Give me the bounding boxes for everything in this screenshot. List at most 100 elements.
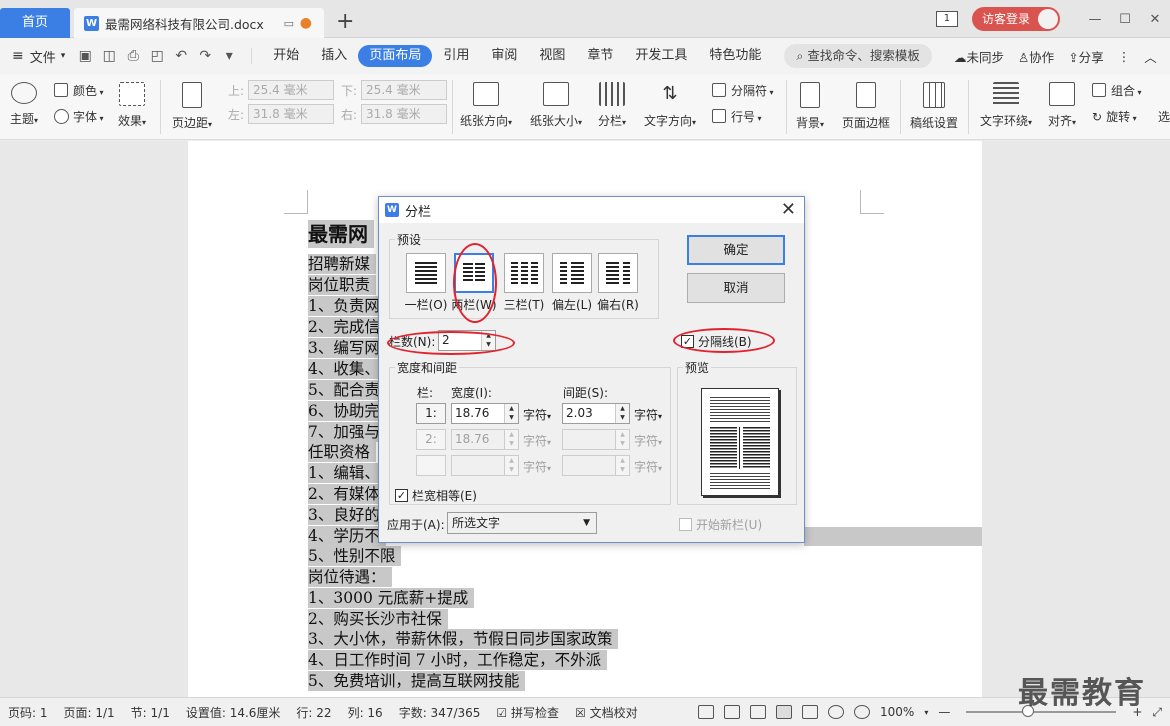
group-button[interactable]: 组合 ▾: [1092, 82, 1142, 99]
tab-features[interactable]: 特色功能: [698, 45, 772, 67]
color-button[interactable]: 颜色 ▾: [54, 82, 104, 99]
background-button[interactable]: 背景▾: [796, 82, 824, 131]
redo-icon[interactable]: ↷: [197, 48, 213, 64]
maximize-icon[interactable]: ☐: [1110, 12, 1140, 27]
undo-icon[interactable]: ↶: [173, 48, 189, 64]
tab-page-layout[interactable]: 页面布局: [358, 45, 433, 67]
page-border-button[interactable]: 页面边框: [842, 82, 890, 131]
font-button[interactable]: 字体 ▾: [54, 108, 104, 125]
margin-button[interactable]: 页边距▾: [172, 82, 212, 131]
paper-size-button[interactable]: 纸张大小▾: [530, 82, 582, 129]
preset-one-column[interactable]: 一栏(O): [403, 253, 449, 313]
status-setting[interactable]: 设置值: 14.6厘米: [178, 704, 289, 721]
doc-line: 2、购买长沙市社保: [308, 609, 448, 629]
new-tab-icon[interactable]: +: [336, 10, 354, 34]
zoom-level[interactable]: 100%: [880, 705, 914, 719]
text-wrap-button[interactable]: 文字环绕▾: [980, 82, 1032, 129]
status-section[interactable]: 节: 1/1: [123, 704, 178, 721]
align-button[interactable]: 对齐▾: [1048, 82, 1076, 129]
web-view-icon[interactable]: [828, 705, 844, 719]
rotate-button[interactable]: ↻ 旋转 ▾: [1092, 108, 1137, 125]
status-words[interactable]: 字数: 347/365: [391, 704, 489, 721]
manuscript-button[interactable]: 稿纸设置: [910, 82, 958, 131]
tab-view[interactable]: 视图: [528, 45, 576, 67]
orientation-button[interactable]: 纸张方向▾: [460, 82, 512, 129]
collapse-ribbon-icon[interactable]: ︿: [1144, 47, 1157, 66]
bottom-margin-field[interactable]: 下: 25.4 毫米: [341, 80, 448, 100]
tab-chapter[interactable]: 章节: [576, 45, 624, 67]
spin-arrows-icon[interactable]: ▲ ▼: [615, 404, 629, 423]
bottom-margin-value[interactable]: 25.4 毫米: [361, 80, 448, 100]
save-icon[interactable]: ▣: [77, 48, 93, 64]
read-mode-icon[interactable]: [724, 705, 740, 719]
col-1-width-unit[interactable]: 字符▾: [523, 406, 551, 423]
spin-arrows-icon[interactable]: ▲ ▼: [504, 404, 518, 423]
tab-developer[interactable]: 开发工具: [624, 45, 698, 67]
close-icon[interactable]: ✕: [781, 200, 796, 220]
print-preview-icon[interactable]: ◰: [149, 48, 165, 64]
close-icon[interactable]: ✕: [1140, 12, 1170, 27]
more-icon[interactable]: ⋮: [1118, 49, 1131, 64]
tab-home[interactable]: 首页: [0, 8, 70, 38]
zoom-fit-icon[interactable]: ⤢: [1152, 705, 1162, 720]
proofread-button[interactable]: ☒ 文档校对: [567, 704, 646, 721]
columns-button[interactable]: 分栏▾: [598, 82, 626, 129]
status-page-code[interactable]: 页码: 1: [0, 704, 56, 721]
col-1-width-input[interactable]: 18.76 ▲ ▼: [451, 403, 519, 424]
cancel-button[interactable]: 取消: [687, 273, 785, 303]
zoom-out-icon[interactable]: —: [938, 705, 950, 719]
theme-button[interactable]: 主题▾: [10, 82, 38, 127]
apply-to-select[interactable]: 所选文字 ▼: [447, 512, 597, 534]
export-icon[interactable]: ◫: [101, 48, 117, 64]
select-button[interactable]: 选: [1158, 108, 1170, 125]
page-indicator-icon[interactable]: 1: [935, 11, 958, 27]
command-search[interactable]: ⌕ 查找命令、搜索模板: [784, 44, 932, 68]
breaks-button[interactable]: 分隔符 ▾: [712, 82, 774, 99]
right-margin-field[interactable]: 右: 31.8 毫米: [341, 104, 448, 124]
tab-review[interactable]: 审阅: [480, 45, 528, 67]
outline-view-icon[interactable]: [802, 705, 818, 719]
share-button[interactable]: ⇪分享: [1068, 47, 1104, 66]
text-direction-button[interactable]: ⇅ 文字方向▾: [644, 82, 696, 129]
print-icon[interactable]: ⎙: [125, 48, 141, 64]
sync-button[interactable]: ☁未同步: [954, 47, 1004, 66]
paper-size-icon: [543, 82, 570, 106]
preset-three-columns[interactable]: 三栏(T): [501, 253, 547, 313]
status-col[interactable]: 列: 16: [340, 704, 391, 721]
unsaved-dot-icon: ●: [299, 15, 312, 31]
col-1-spacing-unit[interactable]: 字符▾: [634, 406, 662, 423]
right-margin-value[interactable]: 31.8 毫米: [361, 104, 448, 124]
top-margin-field[interactable]: 上: 25.4 毫米: [228, 80, 335, 100]
tab-references[interactable]: 引用: [432, 45, 480, 67]
ok-button[interactable]: 确定: [687, 235, 785, 265]
fullscreen-icon[interactable]: [698, 705, 714, 719]
tab-start[interactable]: 开始: [262, 45, 310, 67]
col-1-spacing-input[interactable]: 2.03 ▲ ▼: [562, 403, 630, 424]
width-header: 宽度(I):: [451, 386, 492, 400]
left-margin-field[interactable]: 左: 31.8 毫米: [228, 104, 335, 124]
screen-icon[interactable]: ▭: [284, 17, 294, 30]
collab-button[interactable]: ♙协作: [1018, 47, 1054, 66]
spell-check-button[interactable]: ☑ 拼写检查: [488, 704, 567, 721]
tab-document[interactable]: W 最需网络科技有限公司.docx ▭ ●: [74, 8, 324, 38]
preset-left[interactable]: 偏左(L): [549, 253, 595, 313]
equal-width-checkbox[interactable]: ✓ 栏宽相等(E): [395, 487, 477, 504]
effect-button[interactable]: 效果▾: [118, 82, 146, 129]
login-button[interactable]: 访客登录: [971, 7, 1060, 31]
line-number-button[interactable]: 行号 ▾: [712, 108, 762, 125]
status-page[interactable]: 页面: 1/1: [56, 704, 123, 721]
page-view-icon[interactable]: [776, 705, 792, 719]
eye-protection-icon[interactable]: [854, 705, 870, 719]
doc-title: 最需网: [308, 220, 374, 248]
top-margin-value[interactable]: 25.4 毫米: [248, 80, 335, 100]
preset-right[interactable]: 偏右(R): [595, 253, 641, 313]
customize-icon[interactable]: ▾: [221, 48, 237, 64]
left-margin-value[interactable]: 31.8 毫米: [248, 104, 335, 124]
status-row[interactable]: 行: 22: [288, 704, 339, 721]
minimize-icon[interactable]: —: [1080, 12, 1110, 27]
file-menu[interactable]: ≡ 文件 ▾: [0, 47, 77, 66]
edit-mode-icon[interactable]: [750, 705, 766, 719]
zoom-dropdown-icon[interactable]: ▾: [924, 708, 928, 717]
tab-insert[interactable]: 插入: [310, 45, 358, 67]
margin-icon: [182, 82, 203, 108]
